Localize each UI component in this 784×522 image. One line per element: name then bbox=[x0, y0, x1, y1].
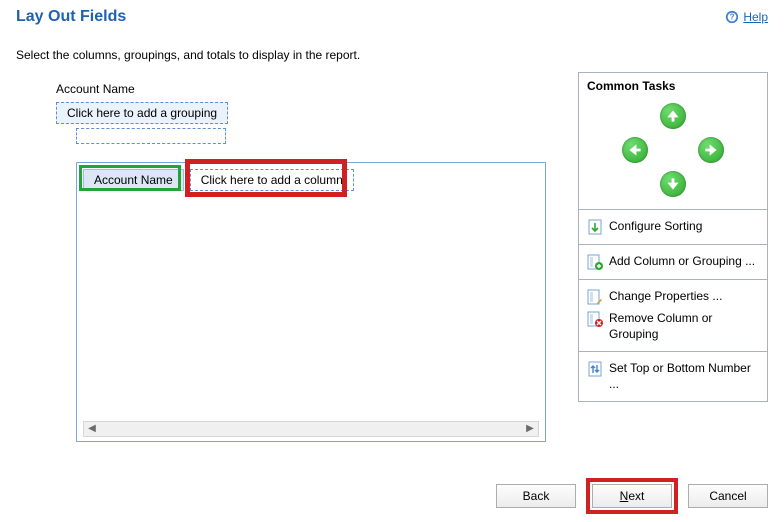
move-right-button[interactable] bbox=[692, 133, 730, 167]
page-title: Lay Out Fields bbox=[16, 8, 126, 26]
cancel-button[interactable]: Cancel bbox=[688, 484, 768, 508]
horizontal-scrollbar[interactable]: ◀ ▶ bbox=[83, 421, 539, 437]
change-properties-label: Change Properties ... bbox=[609, 289, 722, 305]
next-button[interactable]: Next bbox=[592, 484, 672, 508]
set-top-bottom-label: Set Top or Bottom Number ... bbox=[609, 361, 759, 392]
set-top-bottom-link[interactable]: Set Top or Bottom Number ... bbox=[587, 358, 759, 395]
configure-sorting-link[interactable]: Configure Sorting bbox=[587, 216, 759, 238]
move-down-button[interactable] bbox=[654, 167, 692, 201]
add-column-icon bbox=[587, 254, 603, 270]
configure-sorting-label: Configure Sorting bbox=[609, 219, 702, 235]
highlight-red-next: Next bbox=[586, 478, 678, 514]
grouping-field-label: Account Name bbox=[56, 82, 562, 96]
remove-column-icon bbox=[587, 311, 603, 327]
add-column-placeholder[interactable]: Click here to add a column bbox=[190, 169, 354, 191]
add-grouping-placeholder[interactable]: Click here to add a grouping bbox=[56, 102, 228, 124]
common-tasks-panel: Common Tasks Configure Sorting bbox=[578, 72, 768, 402]
sort-icon bbox=[587, 219, 603, 235]
report-canvas: Account Name Click here to add a column … bbox=[76, 162, 546, 442]
column-tile-account-name[interactable]: Account Name bbox=[83, 169, 184, 191]
properties-icon bbox=[587, 289, 603, 305]
move-left-button[interactable] bbox=[616, 133, 654, 167]
remove-column-label: Remove Column or Grouping bbox=[609, 311, 759, 342]
svg-text:?: ? bbox=[730, 13, 735, 22]
add-column-link[interactable]: Add Column or Grouping ... bbox=[587, 251, 759, 273]
back-button[interactable]: Back bbox=[496, 484, 576, 508]
help-label: Help bbox=[743, 10, 768, 24]
common-tasks-title: Common Tasks bbox=[579, 73, 767, 95]
help-icon: ? bbox=[725, 10, 739, 24]
change-properties-link[interactable]: Change Properties ... bbox=[587, 286, 759, 308]
add-column-label: Add Column or Grouping ... bbox=[609, 254, 755, 270]
scroll-right-icon[interactable]: ▶ bbox=[522, 422, 538, 436]
instructions-text: Select the columns, groupings, and total… bbox=[0, 30, 784, 72]
scroll-left-icon[interactable]: ◀ bbox=[84, 422, 100, 436]
help-link[interactable]: ? Help bbox=[725, 10, 768, 24]
move-up-button[interactable] bbox=[654, 99, 692, 133]
remove-column-link[interactable]: Remove Column or Grouping bbox=[587, 308, 759, 345]
top-bottom-icon bbox=[587, 361, 603, 377]
grouping-sub-placeholder[interactable] bbox=[76, 128, 226, 144]
